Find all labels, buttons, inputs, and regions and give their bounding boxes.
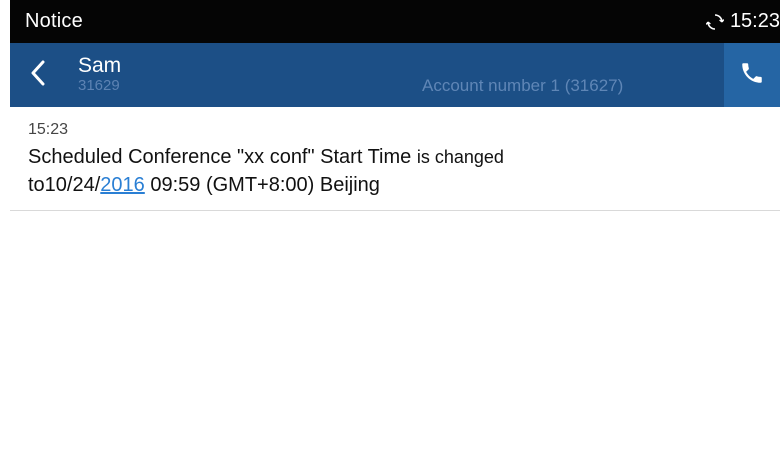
status-title: Notice: [25, 10, 83, 32]
status-right: 15:23: [705, 10, 780, 33]
message-text: Scheduled Conference "xx conf" Start Tim…: [28, 143, 780, 199]
contact-name: Sam: [78, 54, 122, 77]
call-button[interactable]: [724, 43, 780, 107]
conversation-header: Sam 31629 Account number 1 (31627): [10, 43, 780, 107]
sync-icon: [705, 13, 725, 31]
status-bar: Notice 15:23: [10, 0, 780, 43]
message-line1-part1: Scheduled Conference "xx conf" Start Tim…: [28, 146, 412, 168]
chevron-left-icon: [30, 60, 46, 91]
notice-message: 15:23 Scheduled Conference "xx conf" Sta…: [10, 107, 780, 211]
phone-icon: [739, 60, 765, 91]
contact-number: 31629: [78, 77, 120, 94]
message-line2-suffix: 09:59 (GMT+8:00) Beijing: [144, 174, 380, 196]
message-line2-prefix: to10/24/: [28, 174, 101, 196]
message-time: 15:23: [28, 121, 69, 138]
account-label: Account number 1 (31627): [422, 76, 624, 95]
status-time: 15:23: [729, 10, 780, 32]
message-line1-part2: is changed: [416, 147, 504, 167]
back-button[interactable]: [10, 43, 66, 107]
contact-info: Sam 31629: [78, 55, 121, 95]
frame-edge: [0, 0, 10, 466]
app-window: Notice 15:23 Sam 31629 Account number 1 …: [10, 0, 780, 466]
date-link[interactable]: 2016: [100, 174, 145, 196]
